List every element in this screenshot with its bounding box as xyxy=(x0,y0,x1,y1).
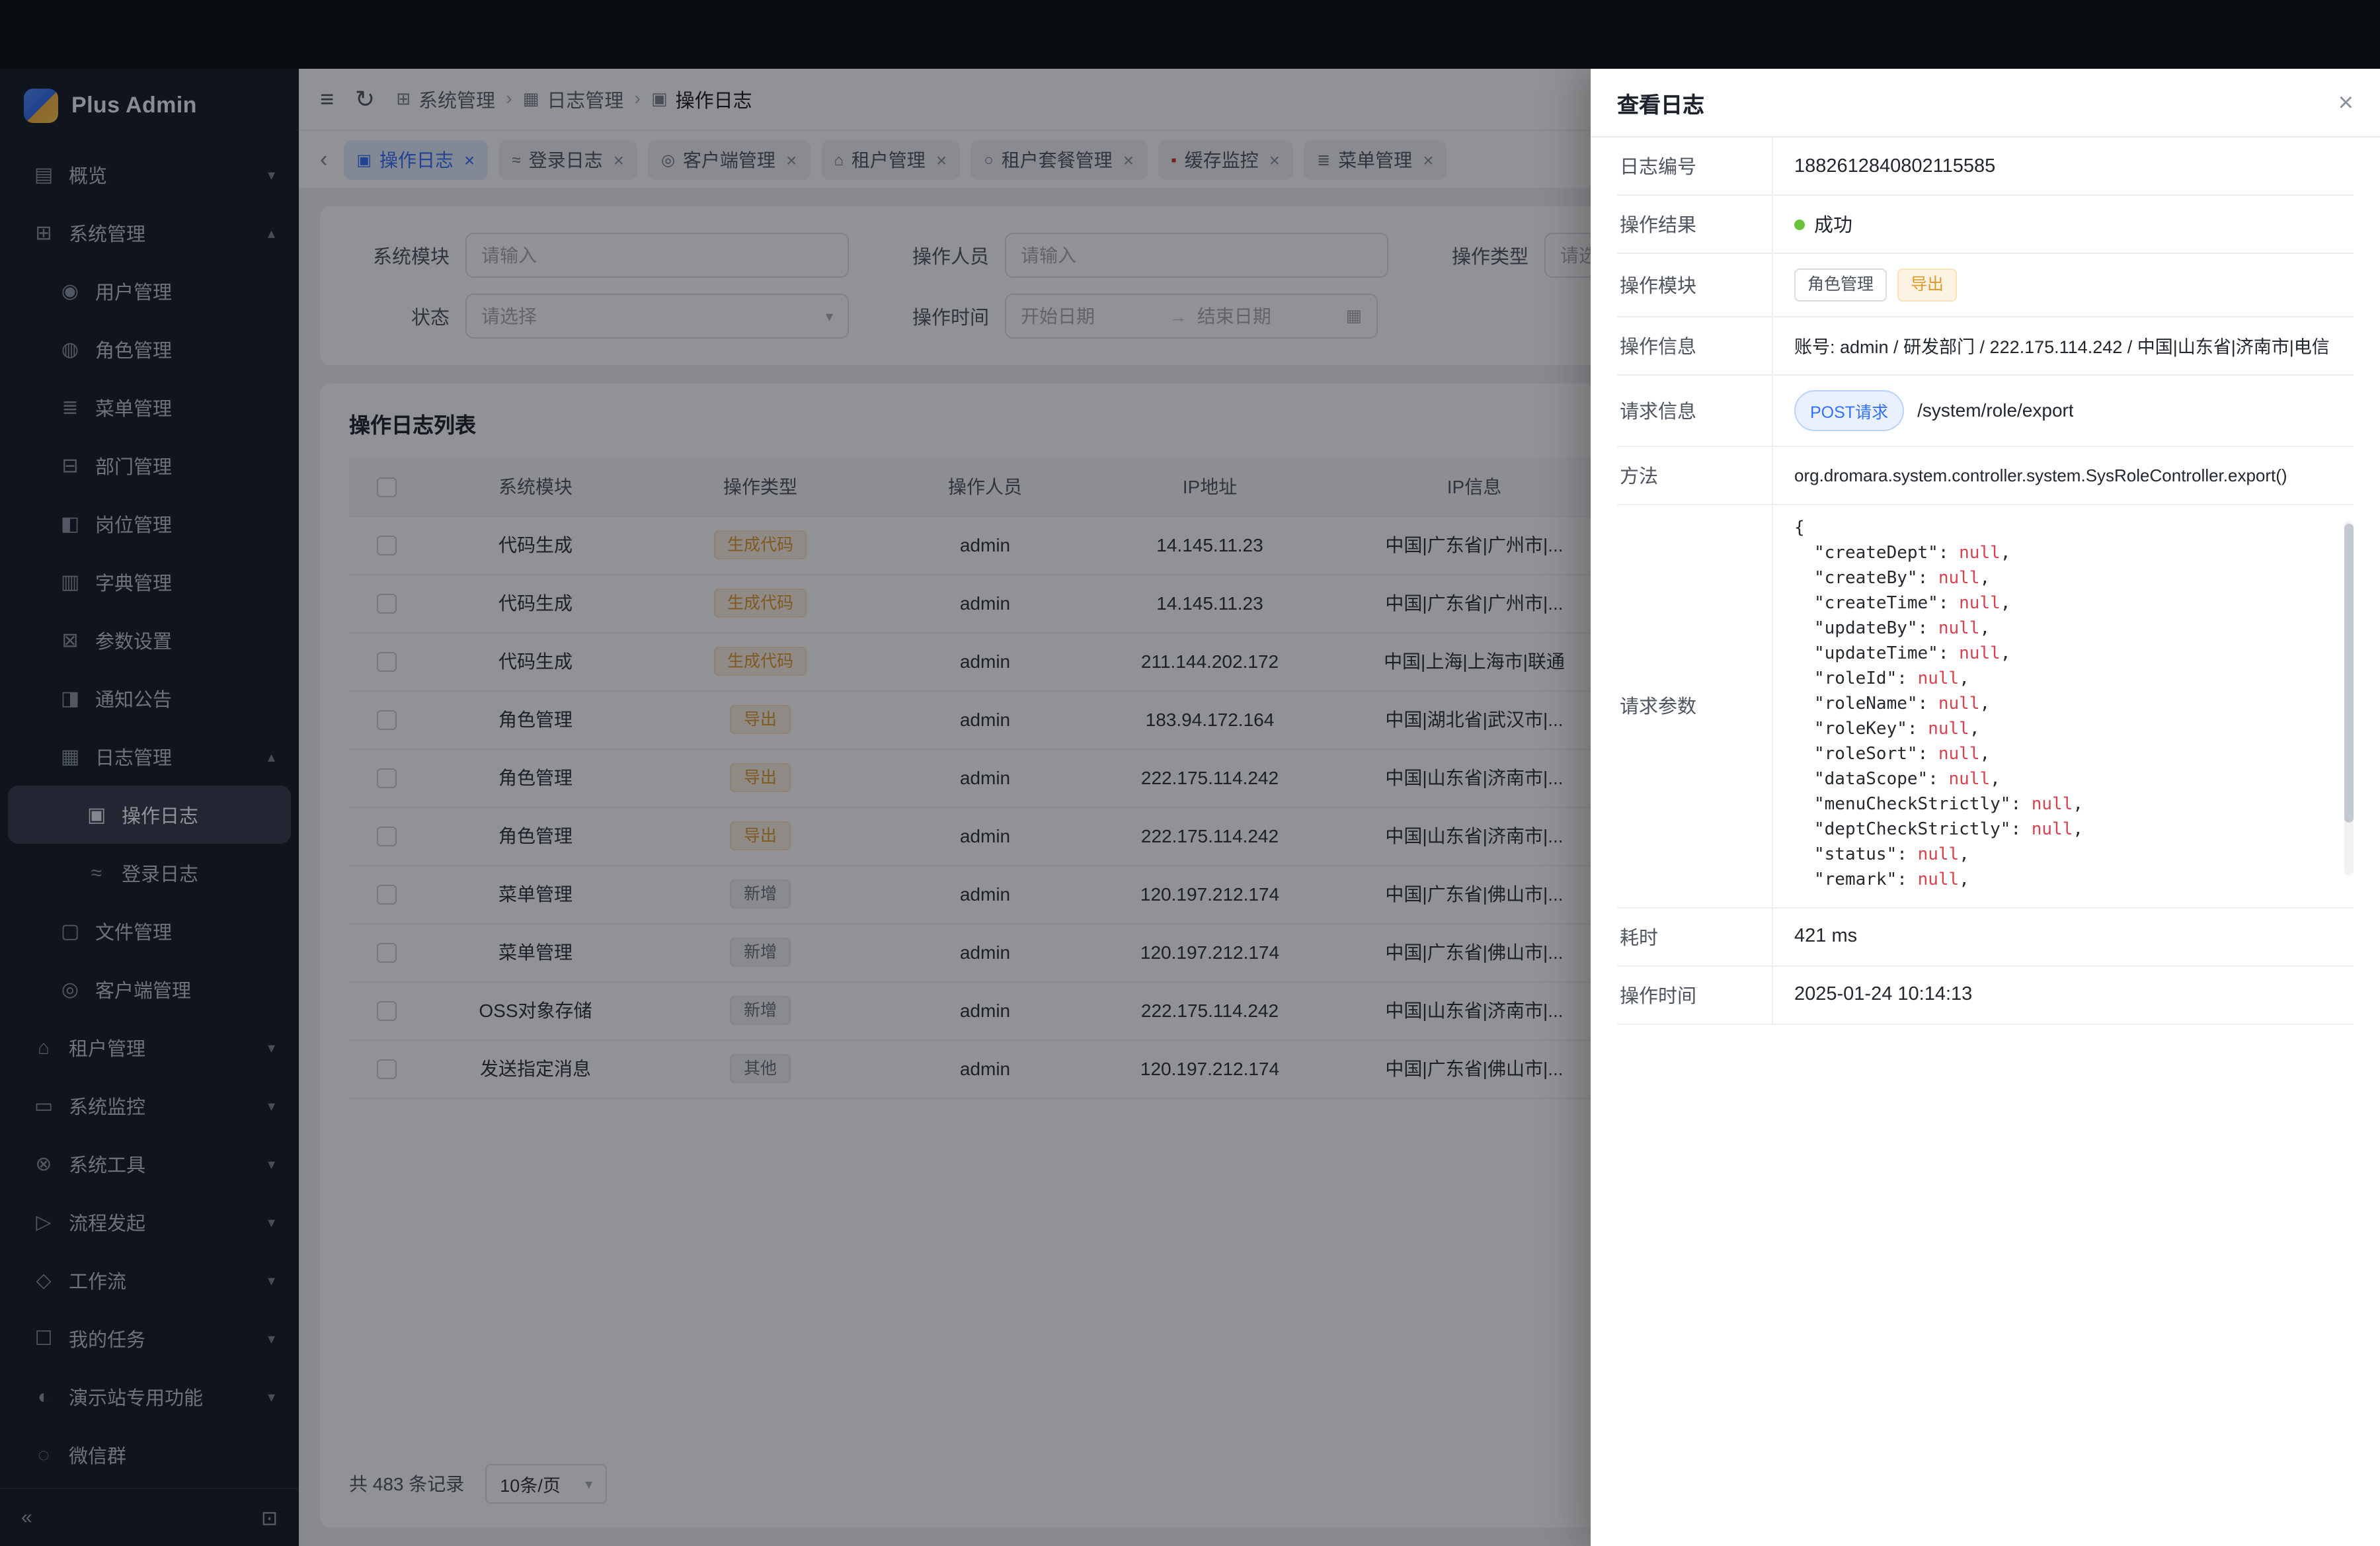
json-key: "createTime" xyxy=(1814,593,1938,613)
json-key: "menuCheckStrictly" xyxy=(1814,794,2010,814)
json-value: null xyxy=(2032,819,2073,839)
json-line-6: "roleName": null, xyxy=(1794,691,2332,716)
field-label-result: 操作结果 xyxy=(1617,196,1773,253)
json-value: null xyxy=(1928,719,1969,739)
field-info: 操作信息 账号: admin / 研发部门 / 222.175.114.242 … xyxy=(1617,317,2354,375)
json-line-9: "dataScope": null, xyxy=(1794,766,2332,792)
request-params-code: {"createDept": null,"createBy": null,"cr… xyxy=(1794,515,2332,896)
json-value: null xyxy=(1959,643,2001,663)
json-key: "dataScope" xyxy=(1814,769,1928,789)
log-detail-drawer: 查看日志 × 日志编号 1882612840802115585 操作结果 成功 … xyxy=(1591,69,2380,1546)
json-key: "updateBy" xyxy=(1814,618,1918,638)
json-key: "roleSort" xyxy=(1814,744,1918,764)
json-key: "createDept" xyxy=(1814,543,1938,563)
json-line-10: "menuCheckStrictly": null, xyxy=(1794,792,2332,817)
json-key: "roleName" xyxy=(1814,694,1918,713)
json-value: null xyxy=(1918,870,1960,889)
field-log-id: 日志编号 1882612840802115585 xyxy=(1617,138,2354,196)
json-key: "roleId" xyxy=(1814,669,1897,688)
module-action-tag: 导出 xyxy=(1897,268,1957,301)
field-label-info: 操作信息 xyxy=(1617,317,1773,374)
request-params-value: {"createDept": null,"createBy": null,"cr… xyxy=(1773,505,2354,907)
drawer-body: 日志编号 1882612840802115585 操作结果 成功 操作模块 角色… xyxy=(1591,138,2380,1546)
field-label-op-time: 操作时间 xyxy=(1617,966,1773,1023)
json-line-4: "updateTime": null, xyxy=(1794,641,2332,666)
module-value: 角色管理 导出 xyxy=(1773,254,2354,315)
drawer-title: 查看日志 xyxy=(1617,87,1704,118)
module-tag: 角色管理 xyxy=(1794,268,1887,301)
json-line-0: "createDept": null, xyxy=(1794,540,2332,565)
request-value: POST请求 /system/role/export xyxy=(1773,375,2354,445)
json-value: null xyxy=(1959,593,2001,613)
field-label-request-params: 请求参数 xyxy=(1617,505,1773,907)
json-value: null xyxy=(1938,744,1980,764)
method-value: org.dromara.system.controller.system.Sys… xyxy=(1773,446,2354,503)
json-value: null xyxy=(1918,844,1960,864)
op-time-value: 2025-01-24 10:14:13 xyxy=(1773,966,2354,1023)
json-value: null xyxy=(1938,694,1980,713)
success-dot-icon xyxy=(1794,219,1805,229)
field-label-method: 方法 xyxy=(1617,446,1773,503)
result-text: 成功 xyxy=(1814,210,1852,238)
json-key: "remark" xyxy=(1814,870,1897,889)
json-line-open: { xyxy=(1794,515,2332,540)
json-value: null xyxy=(1918,669,1960,688)
field-method: 方法 org.dromara.system.controller.system.… xyxy=(1617,446,2354,505)
json-key: "updateTime" xyxy=(1814,643,1938,663)
json-line-8: "roleSort": null, xyxy=(1794,741,2332,766)
field-label-log-id: 日志编号 xyxy=(1617,138,1773,194)
json-line-3: "updateBy": null, xyxy=(1794,616,2332,641)
close-icon[interactable]: × xyxy=(2338,89,2354,116)
screen: Plus Admin ▤概览▾⊞系统管理▴◉用户管理◍角色管理≣菜单管理⊟部门管… xyxy=(0,0,2380,1546)
code-scrollbar-thumb[interactable] xyxy=(2344,523,2354,822)
json-line-1: "createBy": null, xyxy=(1794,565,2332,590)
field-label-request: 请求信息 xyxy=(1617,375,1773,445)
json-line-2: "createTime": null, xyxy=(1794,590,2332,616)
json-value: null xyxy=(1938,568,1980,588)
json-key: "deptCheckStrictly" xyxy=(1814,819,2010,839)
code-scrollbar-track[interactable] xyxy=(2344,520,2354,875)
field-duration: 耗时 421 ms xyxy=(1617,908,2354,966)
field-label-module: 操作模块 xyxy=(1617,254,1773,315)
field-request: 请求信息 POST请求 /system/role/export xyxy=(1617,375,2354,446)
json-line-12: "status": null, xyxy=(1794,842,2332,867)
json-line-11: "deptCheckStrictly": null, xyxy=(1794,817,2332,842)
info-value: 账号: admin / 研发部门 / 222.175.114.242 / 中国|… xyxy=(1773,317,2354,374)
post-method-tag: POST请求 xyxy=(1794,389,1904,430)
json-value: null xyxy=(1959,543,2001,563)
field-result: 操作结果 成功 xyxy=(1617,196,2354,254)
json-value: null xyxy=(1949,769,1991,789)
json-line-13: "remark": null, xyxy=(1794,867,2332,892)
field-module: 操作模块 角色管理 导出 xyxy=(1617,254,2354,317)
json-value: null xyxy=(2032,794,2073,814)
duration-value: 421 ms xyxy=(1773,908,2354,965)
field-label-duration: 耗时 xyxy=(1617,908,1773,965)
json-key: "createBy" xyxy=(1814,568,1918,588)
log-id-value: 1882612840802115585 xyxy=(1773,138,2354,194)
result-value: 成功 xyxy=(1773,196,2354,253)
field-request-params: 请求参数 {"createDept": null,"createBy": nul… xyxy=(1617,505,2354,908)
top-black-strip xyxy=(0,0,2380,69)
drawer-mask[interactable] xyxy=(0,69,1591,1546)
json-key: "roleKey" xyxy=(1814,719,1907,739)
json-key: "status" xyxy=(1814,844,1897,864)
json-line-5: "roleId": null, xyxy=(1794,666,2332,691)
field-op-time: 操作时间 2025-01-24 10:14:13 xyxy=(1617,966,2354,1024)
json-value: null xyxy=(1938,618,1980,638)
drawer-header: 查看日志 × xyxy=(1591,69,2380,138)
json-line-7: "roleKey": null, xyxy=(1794,716,2332,741)
request-url: /system/role/export xyxy=(1917,399,2074,421)
